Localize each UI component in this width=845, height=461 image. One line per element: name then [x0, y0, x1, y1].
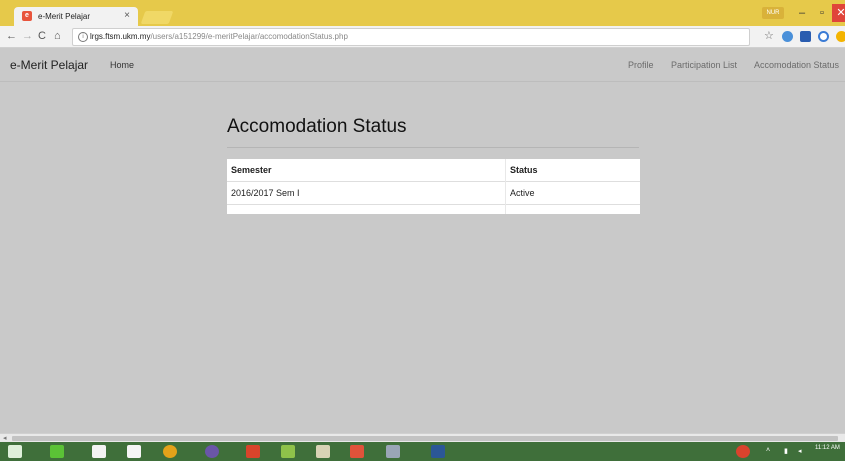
- tab-title: e-Merit Pelajar: [38, 12, 91, 21]
- site-brand[interactable]: e-Merit Pelajar: [10, 58, 88, 72]
- table-row: 2016/2017 Sem I Active: [227, 181, 640, 205]
- minimize-button[interactable]: –: [792, 4, 812, 22]
- notepad-icon[interactable]: [316, 445, 330, 458]
- tray-app-icon[interactable]: [736, 445, 750, 458]
- maximize-button[interactable]: ▫: [812, 4, 832, 22]
- url-path: /users/a151299/e-meritPelajar/accomodati…: [150, 32, 348, 41]
- powerpoint-icon[interactable]: [246, 445, 260, 458]
- info-icon[interactable]: i: [78, 32, 88, 42]
- word-icon[interactable]: [431, 445, 445, 458]
- back-icon[interactable]: ←: [6, 29, 17, 43]
- site-navbar: e-Merit Pelajar Home Profile Participati…: [0, 48, 845, 82]
- cell-empty: [505, 204, 640, 214]
- forward-icon[interactable]: →: [22, 29, 33, 43]
- home-icon[interactable]: ⌂: [54, 29, 61, 43]
- new-tab-button[interactable]: [140, 11, 174, 24]
- app-icon[interactable]: [281, 445, 295, 458]
- column-header-semester: Semester: [227, 159, 506, 182]
- scrollbar-thumb[interactable]: [12, 436, 838, 441]
- divider: [227, 147, 639, 148]
- browser-titlebar: e e-Merit Pelajar × NUR – ▫ ✕: [0, 0, 845, 26]
- paint-icon[interactable]: [386, 445, 400, 458]
- chrome-icon[interactable]: [163, 445, 177, 458]
- tray-chevron-icon[interactable]: ˄: [766, 447, 770, 454]
- profile-badge[interactable]: NUR: [762, 7, 784, 19]
- extension-icon[interactable]: [818, 31, 829, 42]
- column-header-status: Status: [510, 165, 538, 175]
- app-store-icon[interactable]: [50, 445, 64, 458]
- browser-toolbar: ← → C ⌂ i lrgs.ftsm.ukm.my/users/a151299…: [0, 26, 845, 48]
- table-row-empty: [227, 204, 640, 214]
- cell-empty: [227, 204, 506, 214]
- xampp-icon[interactable]: [350, 445, 364, 458]
- window-close-button[interactable]: ✕: [832, 4, 845, 22]
- favicon-icon: e: [22, 11, 32, 21]
- cell-semester: 2016/2017 Sem I: [227, 181, 506, 205]
- nav-link-accomodation-status[interactable]: Accomodation Status: [754, 60, 839, 70]
- nav-link-home[interactable]: Home: [110, 60, 134, 70]
- reload-icon[interactable]: C: [38, 29, 46, 43]
- home-app-icon[interactable]: [127, 445, 141, 458]
- volume-icon[interactable]: ◂: [798, 447, 802, 455]
- eclipse-icon[interactable]: [205, 445, 219, 458]
- address-bar[interactable]: i lrgs.ftsm.ukm.my/users/a151299/e-merit…: [72, 28, 750, 46]
- cell-status: Active: [505, 181, 640, 205]
- url-host: lrgs.ftsm.ukm.my: [90, 32, 151, 41]
- accomodation-status-table: Semester Status 2016/2017 Sem I Active: [227, 159, 640, 214]
- extension-icon[interactable]: [782, 31, 793, 42]
- bookmark-star-icon[interactable]: ☆: [764, 29, 774, 43]
- nav-link-participation-list[interactable]: Participation List: [671, 60, 737, 70]
- table-header-row: Semester Status: [227, 159, 640, 182]
- page-title: Accomodation Status: [227, 116, 407, 137]
- file-icon[interactable]: [92, 445, 106, 458]
- extension-icon[interactable]: [800, 31, 811, 42]
- close-icon[interactable]: ×: [124, 10, 130, 21]
- taskbar: ˄ ▮ ◂ 11:12 AM: [0, 442, 845, 461]
- url-text[interactable]: lrgs.ftsm.ukm.my/users/a151299/e-meritPe…: [90, 29, 348, 45]
- extension-icon[interactable]: [836, 31, 845, 42]
- nav-link-profile[interactable]: Profile: [628, 60, 654, 70]
- browser-tab[interactable]: e e-Merit Pelajar ×: [14, 7, 138, 26]
- system-clock[interactable]: 11:12 AM: [815, 444, 840, 452]
- start-icon[interactable]: [8, 445, 22, 458]
- network-icon[interactable]: ▮: [784, 447, 788, 455]
